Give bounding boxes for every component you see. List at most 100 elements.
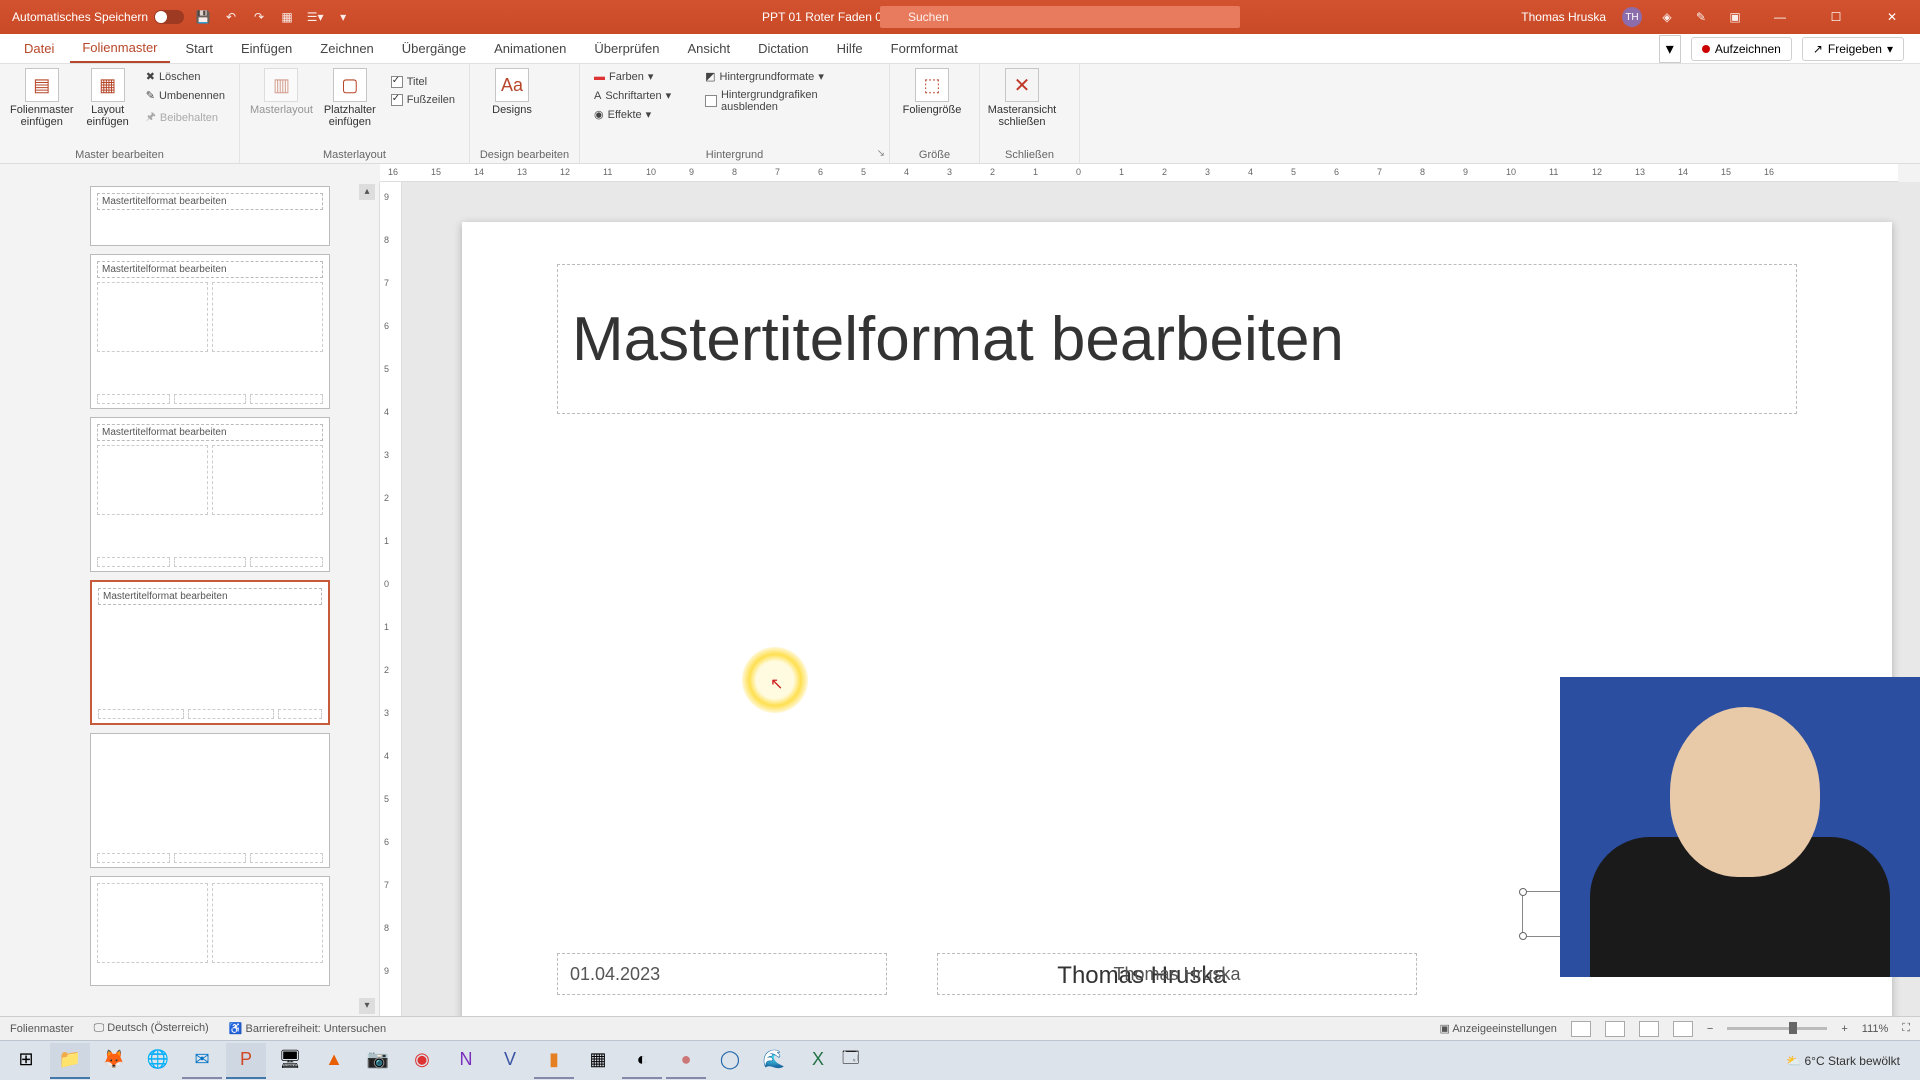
reading-view-icon[interactable] bbox=[1639, 1021, 1659, 1037]
search-input[interactable] bbox=[880, 6, 1240, 28]
app-icon[interactable]: 📷 bbox=[358, 1043, 398, 1079]
touch-icon[interactable]: ☰▾ bbox=[306, 8, 324, 26]
chevron-down-icon: ▾ bbox=[646, 108, 652, 121]
obs-icon[interactable]: ◐ bbox=[622, 1043, 662, 1079]
close-button[interactable]: ✕ bbox=[1872, 0, 1912, 34]
share-button[interactable]: ↗Freigeben▾ bbox=[1802, 37, 1904, 61]
minimize-button[interactable]: — bbox=[1760, 0, 1800, 34]
record-button[interactable]: Aufzeichnen bbox=[1691, 37, 1792, 61]
toggle-switch-icon[interactable] bbox=[154, 10, 184, 24]
colors-button[interactable]: ▬Farben▾ bbox=[590, 68, 675, 85]
sorter-view-icon[interactable] bbox=[1605, 1021, 1625, 1037]
slide-size-button[interactable]: ⬚Foliengröße bbox=[900, 68, 964, 116]
display-settings-button[interactable]: ▣ Anzeigeeinstellungen bbox=[1439, 1022, 1556, 1035]
fit-window-icon[interactable]: ⛶ bbox=[1902, 1022, 1910, 1035]
footer-placeholder[interactable]: Thomas Hruska bbox=[937, 953, 1417, 995]
vertical-ruler[interactable]: 9876543210123456789 bbox=[380, 182, 402, 1016]
tab-folienmaster[interactable]: Folienmaster bbox=[70, 34, 169, 63]
maximize-button[interactable]: ☐ bbox=[1816, 0, 1856, 34]
tab-ansicht[interactable]: Ansicht bbox=[675, 35, 742, 62]
file-explorer-icon[interactable]: 📁 bbox=[50, 1043, 90, 1079]
tab-ueberpruefen[interactable]: Überprüfen bbox=[582, 35, 671, 62]
redo-icon[interactable]: ↷ bbox=[250, 8, 268, 26]
slideshow-view-icon[interactable] bbox=[1673, 1021, 1693, 1037]
effects-button[interactable]: ◉Effekte▾ bbox=[590, 106, 675, 123]
insert-placeholder-button[interactable]: ▢Platzhalter einfügen bbox=[323, 68, 377, 128]
footers-checkbox[interactable]: Fußzeilen bbox=[387, 92, 459, 108]
user-name[interactable]: Thomas Hruska bbox=[1521, 10, 1606, 24]
firefox-icon[interactable]: 🦊 bbox=[94, 1043, 134, 1079]
scroll-up-icon[interactable]: ▴ bbox=[359, 184, 375, 200]
status-mode[interactable]: Folienmaster bbox=[10, 1023, 74, 1035]
status-accessibility[interactable]: ♿ Barrierefreiheit: Untersuchen bbox=[229, 1022, 386, 1035]
app-icon[interactable]: 🖥 bbox=[270, 1043, 310, 1079]
zoom-in-icon[interactable]: + bbox=[1841, 1023, 1847, 1035]
date-placeholder[interactable]: 01.04.2023 bbox=[557, 953, 887, 995]
layout-thumbnail[interactable] bbox=[90, 876, 330, 986]
insert-layout-button[interactable]: ▦Layout einfügen bbox=[84, 68, 132, 128]
resize-handle[interactable] bbox=[1519, 932, 1527, 940]
tab-start[interactable]: Start bbox=[174, 35, 225, 62]
autosave-toggle[interactable]: Automatisches Speichern bbox=[12, 10, 184, 24]
layout-thumbnail[interactable] bbox=[90, 733, 330, 868]
delete-button[interactable]: ✖Löschen bbox=[142, 68, 229, 85]
onenote-icon[interactable]: N bbox=[446, 1043, 486, 1079]
app-icon[interactable]: ◉ bbox=[402, 1043, 442, 1079]
thumbnail-pane[interactable]: ▴ Mastertitelformat bearbeiten Mastertit… bbox=[0, 182, 380, 1016]
weather-widget[interactable]: ⛅ 6°C Stark bewölkt bbox=[1786, 1054, 1900, 1068]
visio-icon[interactable]: V bbox=[490, 1043, 530, 1079]
diamond-icon[interactable]: ◈ bbox=[1658, 8, 1676, 26]
present-icon[interactable]: ▦ bbox=[278, 8, 296, 26]
app-icon[interactable]: ● bbox=[666, 1043, 706, 1079]
window-icon[interactable]: ▣ bbox=[1726, 8, 1744, 26]
layout-thumbnail[interactable]: Mastertitelformat bearbeiten bbox=[90, 417, 330, 572]
tab-datei[interactable]: Datei bbox=[12, 35, 66, 62]
status-language[interactable]: 🖵 Deutsch (Österreich) bbox=[94, 1022, 209, 1035]
tab-formformat[interactable]: Formformat bbox=[879, 35, 970, 62]
title-checkbox[interactable]: Titel bbox=[387, 74, 459, 90]
app-icon[interactable]: ◯ bbox=[710, 1043, 750, 1079]
slide-canvas[interactable]: Mastertitelformat bearbeiten ↖ 01.04.202… bbox=[402, 182, 1920, 1016]
zoom-slider[interactable] bbox=[1727, 1027, 1827, 1030]
app-icon[interactable]: ▦ bbox=[578, 1043, 618, 1079]
close-masterview-button[interactable]: ✕Masteransicht schließen bbox=[990, 68, 1054, 128]
layout-thumbnail-selected[interactable]: Mastertitelformat bearbeiten bbox=[90, 580, 330, 725]
tab-hilfe[interactable]: Hilfe bbox=[825, 35, 875, 62]
rename-button[interactable]: ✎Umbenennen bbox=[142, 87, 229, 104]
layout-thumbnail[interactable]: Mastertitelformat bearbeiten bbox=[90, 254, 330, 409]
app-icon[interactable]: 🗔 bbox=[842, 1047, 859, 1074]
tab-animationen[interactable]: Animationen bbox=[482, 35, 578, 62]
insert-slidemaster-button[interactable]: ▤Folienmaster einfügen bbox=[10, 68, 74, 128]
vlc-icon[interactable]: ▲ bbox=[314, 1043, 354, 1079]
title-placeholder[interactable]: Mastertitelformat bearbeiten bbox=[557, 264, 1797, 414]
tab-dictation[interactable]: Dictation bbox=[746, 35, 821, 62]
edge-icon[interactable]: 🌊 bbox=[754, 1043, 794, 1079]
powerpoint-icon[interactable]: P bbox=[226, 1043, 266, 1079]
qat-more-icon[interactable]: ▾ bbox=[334, 8, 352, 26]
tab-zeichnen[interactable]: Zeichnen bbox=[308, 35, 385, 62]
resize-handle[interactable] bbox=[1519, 888, 1527, 896]
chrome-icon[interactable]: 🌐 bbox=[138, 1043, 178, 1079]
tab-uebergaenge[interactable]: Übergänge bbox=[390, 35, 478, 62]
zoom-level[interactable]: 111% bbox=[1862, 1023, 1889, 1035]
horizontal-ruler[interactable]: 1615141312111098765432101234567891011121… bbox=[380, 164, 1898, 182]
user-avatar[interactable]: TH bbox=[1622, 7, 1642, 27]
ribbon-options-icon[interactable]: ▾ bbox=[1659, 35, 1681, 63]
app-icon[interactable]: ▮ bbox=[534, 1043, 574, 1079]
pen-icon[interactable]: ✎ bbox=[1692, 8, 1710, 26]
dialog-launcher-icon[interactable]: ↘ bbox=[877, 148, 885, 159]
bgstyles-button[interactable]: ◩Hintergrundformate▾ bbox=[701, 68, 879, 85]
hide-bg-checkbox[interactable]: Hintergrundgrafiken ausblenden bbox=[701, 87, 879, 115]
layout-thumbnail[interactable]: Mastertitelformat bearbeiten bbox=[90, 186, 330, 246]
zoom-out-icon[interactable]: − bbox=[1707, 1023, 1713, 1035]
scroll-down-icon[interactable]: ▾ bbox=[359, 998, 375, 1014]
fonts-button[interactable]: ASchriftarten▾ bbox=[590, 87, 675, 104]
designs-button[interactable]: AaDesigns bbox=[480, 68, 544, 116]
save-icon[interactable]: 💾 bbox=[194, 8, 212, 26]
undo-icon[interactable]: ↶ bbox=[222, 8, 240, 26]
normal-view-icon[interactable] bbox=[1571, 1021, 1591, 1037]
outlook-icon[interactable]: ✉ bbox=[182, 1043, 222, 1079]
tab-einfuegen[interactable]: Einfügen bbox=[229, 35, 304, 62]
excel-icon[interactable]: X bbox=[798, 1043, 838, 1079]
start-button[interactable]: ⊞ bbox=[6, 1043, 46, 1079]
